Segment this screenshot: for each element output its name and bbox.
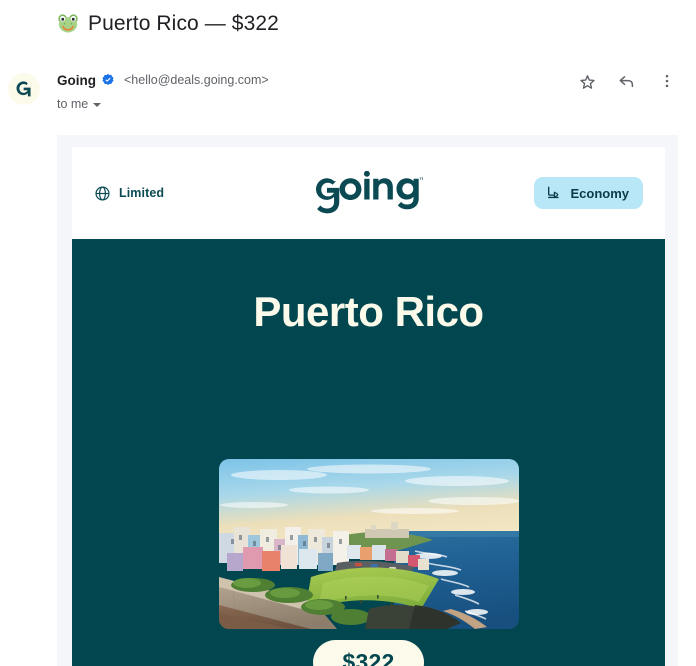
sender-name[interactable]: Going [57, 73, 96, 88]
price-badge: $322 [312, 640, 425, 666]
cabin-class-badge: Economy [534, 177, 643, 209]
subject-line: Puerto Rico — $322 [57, 12, 279, 36]
frog-emoji [57, 13, 79, 35]
chevron-down-icon[interactable] [93, 102, 102, 107]
destination-title: Puerto Rico [253, 288, 484, 335]
star-icon[interactable] [576, 70, 598, 92]
reply-icon[interactable] [616, 70, 638, 92]
recipient-label: to me [57, 97, 89, 111]
limited-label: Limited [119, 186, 165, 200]
recipient-row[interactable]: to me [57, 97, 269, 111]
going-logo-mark [16, 81, 31, 97]
email-content-card: Limited ™ Economy [72, 147, 665, 666]
airplane-seat-icon [548, 186, 560, 198]
avatar[interactable] [8, 73, 40, 105]
svg-text:™: ™ [419, 177, 423, 184]
destination-photo [218, 459, 519, 629]
subject-text: Puerto Rico — $322 [88, 12, 279, 35]
sender-info: Going <hello@deals.going.com> to me [57, 71, 269, 112]
going-logo: ™ [315, 171, 423, 215]
sender-email: <hello@deals.going.com> [124, 73, 269, 87]
price-value: $322 [342, 649, 395, 666]
deal-hero-panel: Puerto Rico $322 [72, 239, 665, 666]
sender-name-row: Going <hello@deals.going.com> [57, 71, 269, 89]
verified-badge-icon [102, 73, 114, 85]
limited-availability-tag: Limited [94, 185, 164, 202]
globe-icon [95, 185, 110, 201]
brand-bar: Limited ™ Economy [72, 147, 665, 239]
more-options-icon[interactable] [656, 70, 678, 92]
message-actions [576, 70, 678, 92]
cabin-class-label: Economy [570, 185, 629, 201]
